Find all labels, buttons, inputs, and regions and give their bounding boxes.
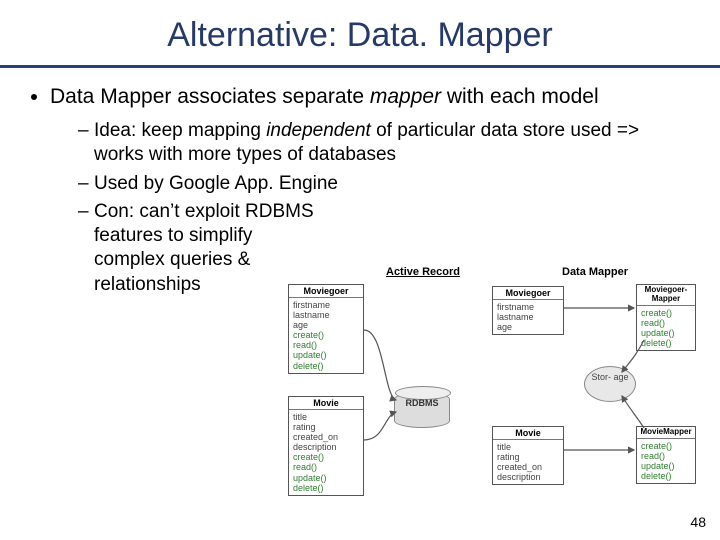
bullet-main-em: mapper [370,85,441,108]
diagram: Active Record Data Mapper Moviegoer firs… [284,268,702,508]
title-rule [0,65,720,68]
arrows [284,268,702,508]
slide-title: Alternative: Data. Mapper [0,0,720,65]
slide: Alternative: Data. Mapper Data Mapper as… [0,0,720,540]
bullet-main-post: with each model [441,85,599,108]
dash-idea-em: independent [266,120,371,141]
dash-idea: Idea: keep mapping independent of partic… [78,119,692,168]
page-number: 48 [690,514,706,530]
dash-appengine: Used by Google App. Engine [78,172,692,196]
dash-idea-pre: Idea: keep mapping [94,120,266,141]
bullet-main-pre: Data Mapper associates separate [50,85,370,108]
